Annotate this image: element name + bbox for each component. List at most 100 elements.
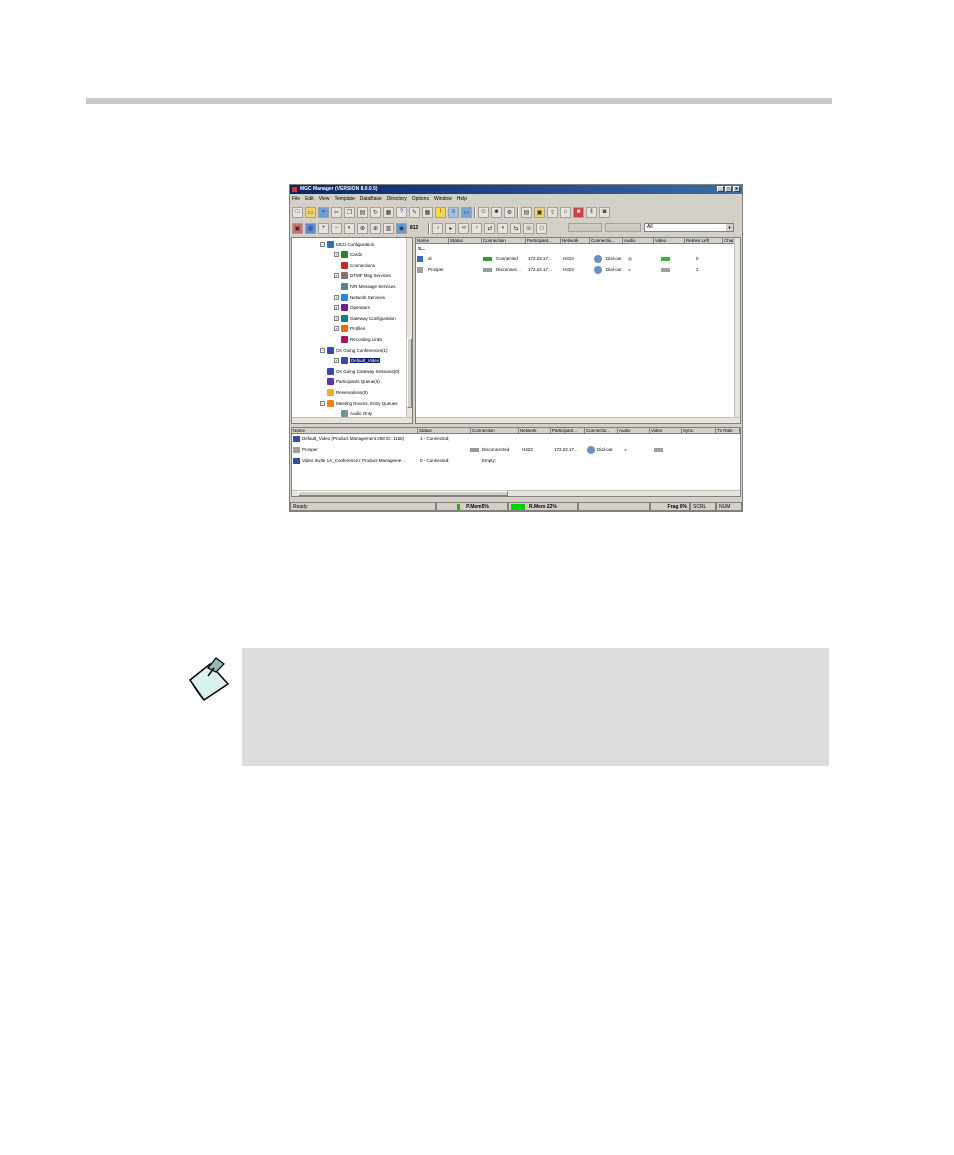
new-icon[interactable]: □ bbox=[292, 206, 303, 218]
collapse-icon[interactable]: − bbox=[320, 347, 325, 353]
tree-node[interactable]: + DTMF Msg Services bbox=[334, 271, 391, 281]
menu-window[interactable]: Window bbox=[434, 195, 452, 203]
menu-edit[interactable]: Edit bbox=[305, 195, 314, 203]
open-icon[interactable]: ▭ bbox=[305, 206, 316, 218]
menu-template[interactable]: Template bbox=[334, 195, 354, 203]
reservation-icon[interactable]: ▣ bbox=[534, 206, 545, 218]
scroll-thumb[interactable] bbox=[298, 491, 508, 496]
help-icon[interactable]: ? bbox=[396, 206, 407, 218]
column-header[interactable]: Connection bbox=[482, 238, 526, 244]
expand-icon[interactable]: + bbox=[334, 252, 339, 258]
navigation-tree[interactable]: − MCU Configuration + Cards Connections + DTMF… bbox=[291, 237, 413, 424]
grid-vertical-scrollbar[interactable] bbox=[734, 238, 740, 423]
column-header[interactable]: Video bbox=[654, 238, 685, 244]
maximize-button[interactable]: □ bbox=[725, 186, 732, 192]
table-row[interactable]: Default_Video (Product Management 258 ID… bbox=[292, 434, 732, 444]
expand-icon[interactable]: + bbox=[334, 294, 339, 300]
collapse-icon[interactable]: − bbox=[320, 241, 325, 247]
video-icon[interactable]: ▸ bbox=[445, 222, 457, 234]
menu-help[interactable]: Help bbox=[457, 195, 467, 203]
lock-icon[interactable]: ⌂ bbox=[560, 206, 571, 218]
tree-node[interactable]: + Cards bbox=[334, 250, 362, 260]
people-icon[interactable]: ⚇ bbox=[536, 222, 548, 234]
tree-node[interactable]: Connections bbox=[334, 260, 375, 270]
terminate-icon[interactable]: ◙ bbox=[599, 206, 610, 218]
table-row[interactable]: Video Invite 1A_Conference ( Product Man… bbox=[292, 456, 732, 466]
alert-icon[interactable]: ! bbox=[435, 206, 446, 218]
collapse-icon[interactable]: − bbox=[320, 400, 325, 406]
schedule-icon[interactable]: ▤ bbox=[521, 206, 532, 218]
menu-options[interactable]: Options bbox=[412, 195, 429, 203]
layout-icon[interactable]: ▥ bbox=[383, 222, 394, 234]
scroll-thumb[interactable] bbox=[407, 338, 412, 408]
tree-node[interactable]: + Operators bbox=[334, 303, 370, 313]
tree-node[interactable]: − MCU Configuration bbox=[320, 239, 374, 249]
tree-node[interactable]: Recording Links bbox=[334, 334, 382, 344]
settings-icon[interactable]: ⚙ bbox=[504, 206, 515, 218]
tree-node[interactable]: Reservations(0) bbox=[320, 387, 368, 397]
conference-icon[interactable]: ◍ bbox=[305, 222, 316, 234]
users-icon[interactable]: ☺ bbox=[478, 206, 489, 218]
tree-node[interactable]: + Gateway Configuration bbox=[334, 313, 396, 323]
link-icon[interactable]: ∞ bbox=[458, 222, 470, 234]
menu-file[interactable]: File bbox=[292, 195, 300, 203]
disconnect-icon[interactable]: ⊗ bbox=[357, 222, 368, 234]
cascade-icon[interactable]: ⇄ bbox=[484, 222, 496, 234]
cut-icon[interactable]: ✂ bbox=[331, 206, 342, 218]
audio-icon[interactable]: ♪ bbox=[432, 222, 444, 234]
pause-icon[interactable]: ‖ bbox=[586, 206, 597, 218]
chevron-down-icon[interactable]: ▼ bbox=[726, 224, 733, 231]
grid-horizontal-scrollbar[interactable] bbox=[416, 417, 740, 423]
tree-horizontal-scrollbar[interactable] bbox=[292, 417, 412, 423]
tree-node[interactable]: + Profiles bbox=[334, 324, 365, 334]
column-header[interactable]: Status bbox=[449, 238, 482, 244]
refresh-icon[interactable]: ↻ bbox=[370, 206, 381, 218]
tree-node[interactable]: + Default_Video bbox=[334, 356, 381, 366]
column-header[interactable]: Retries Left bbox=[685, 238, 723, 244]
wizard-icon[interactable]: ✎ bbox=[409, 206, 420, 218]
dial-icon[interactable]: ☏ bbox=[523, 222, 535, 234]
globe-icon[interactable]: ◉ bbox=[396, 222, 407, 234]
close-button[interactable]: x bbox=[733, 186, 740, 192]
copy-icon[interactable]: ❐ bbox=[344, 206, 355, 218]
tree-node[interactable]: − Meeting Rooms, Entry Queues bbox=[320, 398, 398, 408]
connect-icon[interactable]: ⊕ bbox=[370, 222, 381, 234]
expand-icon[interactable]: + bbox=[334, 273, 339, 279]
menu-directory[interactable]: Directory bbox=[387, 195, 407, 203]
expand-icon[interactable]: + bbox=[334, 358, 339, 364]
table-row[interactable]: dr Connected 172.22.17... H323 Dial-out 0 ◍ bbox=[416, 254, 736, 264]
user-group-icon[interactable]: ☻ bbox=[491, 206, 502, 218]
filter-dropdown[interactable]: All ▼ bbox=[644, 223, 734, 232]
table-row[interactable]: Prosper Disconnec... 172.22.17... H323 Dial-… bbox=[416, 265, 736, 275]
column-header[interactable]: Audio bbox=[623, 238, 654, 244]
expand-icon[interactable]: + bbox=[334, 305, 339, 311]
tree-node[interactable]: + Network Services bbox=[334, 292, 385, 302]
properties-icon[interactable]: ▦ bbox=[383, 206, 394, 218]
list-view-icon[interactable]: ≡ bbox=[448, 206, 459, 218]
table-row[interactable]: Prosper Disconnected H323 172.22.17... Dial-… bbox=[292, 445, 732, 455]
speaker-icon[interactable]: ◖ bbox=[497, 222, 509, 234]
menu-view[interactable]: View bbox=[319, 195, 330, 203]
grid-view-icon[interactable]: ▦ bbox=[422, 206, 433, 218]
column-header[interactable]: Connectio... bbox=[590, 238, 623, 244]
column-header[interactable]: Participant... bbox=[526, 238, 561, 244]
tree-node[interactable]: IVR Message Services bbox=[334, 281, 396, 291]
mcu-icon[interactable]: ▣ bbox=[292, 222, 303, 234]
forward-icon[interactable]: › bbox=[471, 222, 483, 234]
expand-icon[interactable]: + bbox=[334, 326, 339, 332]
monitor-icon[interactable]: ▭ bbox=[461, 206, 472, 218]
expand-icon[interactable]: + bbox=[334, 315, 339, 321]
delete-participant-icon[interactable]: − bbox=[331, 222, 342, 234]
tree-node[interactable]: − On Going Conferences(1) bbox=[320, 345, 388, 355]
gateway-icon[interactable]: ⇆ bbox=[510, 222, 522, 234]
details-horizontal-scrollbar[interactable] bbox=[292, 490, 740, 496]
tree-vertical-scrollbar[interactable] bbox=[406, 238, 412, 423]
export-icon[interactable]: ⇪ bbox=[547, 206, 558, 218]
tree-node[interactable]: On Going Gateway Sessions(0) bbox=[320, 366, 399, 376]
grid-group-row[interactable]: S... bbox=[418, 244, 425, 254]
save-icon[interactable]: ▪ bbox=[318, 206, 329, 218]
stop-icon[interactable]: ■ bbox=[573, 206, 584, 218]
menu-database[interactable]: DataBase bbox=[360, 195, 382, 203]
mute-icon[interactable]: ◐ bbox=[344, 222, 355, 234]
participants-grid[interactable]: Name Status Connection Participant... Networ… bbox=[415, 237, 741, 424]
